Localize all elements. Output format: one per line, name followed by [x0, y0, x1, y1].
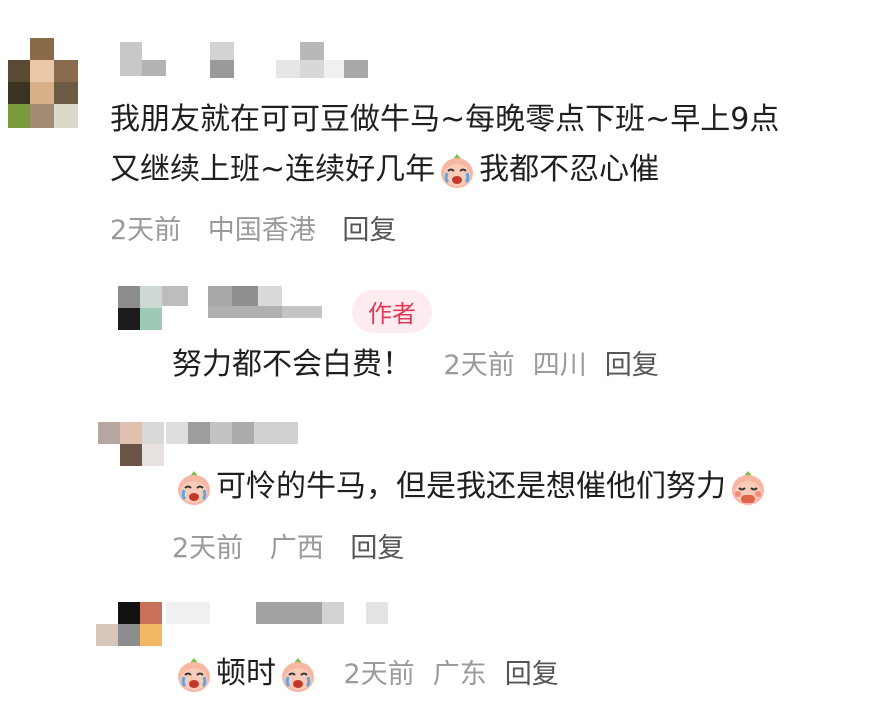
comment-text-line1: 我朋友就在可可豆做牛马~每晚零点下班~早上9点	[110, 102, 780, 137]
location: 广东	[432, 659, 487, 690]
timestamp: 2天前	[343, 659, 415, 690]
reply-text: 努力都不会白费！ 2天前 四川 回复	[172, 343, 677, 388]
reply-text: 顿时 2天前 广东 回复	[172, 652, 577, 697]
comment-text-part: 我都不忍心催	[479, 152, 660, 187]
reply-text-content: 可怜的牛马，但是我还是想催他们努力	[216, 469, 726, 504]
reply-text: 可怜的牛马，但是我还是想催他们努力	[172, 465, 770, 509]
reply-button[interactable]: 回复	[350, 533, 404, 564]
username-blurred[interactable]	[120, 42, 370, 82]
crying-peach-icon	[437, 151, 477, 191]
crying-peach-icon	[278, 655, 318, 695]
crying-peach-icon	[174, 655, 214, 695]
crying-peach-icon	[174, 468, 214, 508]
location: 广西	[269, 533, 324, 564]
avatar[interactable]	[96, 602, 166, 648]
avatar[interactable]	[98, 422, 168, 468]
comment-text-part: 又继续上班~连续好几年	[110, 152, 436, 187]
username-blurred[interactable]	[166, 422, 306, 446]
reply-text-content: 顿时	[216, 656, 276, 691]
timestamp: 2天前	[110, 215, 182, 246]
location: 中国香港	[207, 215, 316, 246]
location: 四川	[532, 350, 587, 381]
timestamp: 2天前	[172, 533, 244, 564]
username-blurred[interactable]	[162, 286, 352, 326]
reply-button[interactable]: 回复	[505, 659, 559, 690]
reply-text-content: 努力都不会白费！	[172, 347, 412, 382]
avatar[interactable]	[8, 38, 78, 130]
comment-meta: 2天前 中国香港 回复	[110, 208, 414, 247]
reply-button[interactable]: 回复	[605, 350, 659, 381]
comment-meta: 2天前 广西 回复	[172, 526, 422, 565]
username-blurred[interactable]	[166, 602, 396, 632]
reply-button[interactable]: 回复	[342, 215, 396, 246]
author-badge: 作者	[352, 290, 432, 333]
shy-peach-icon	[728, 468, 768, 508]
timestamp: 2天前	[443, 350, 515, 381]
comment-text-line2: 又继续上班~连续好几年 我都不忍心催	[110, 148, 659, 192]
avatar[interactable]	[108, 286, 168, 332]
